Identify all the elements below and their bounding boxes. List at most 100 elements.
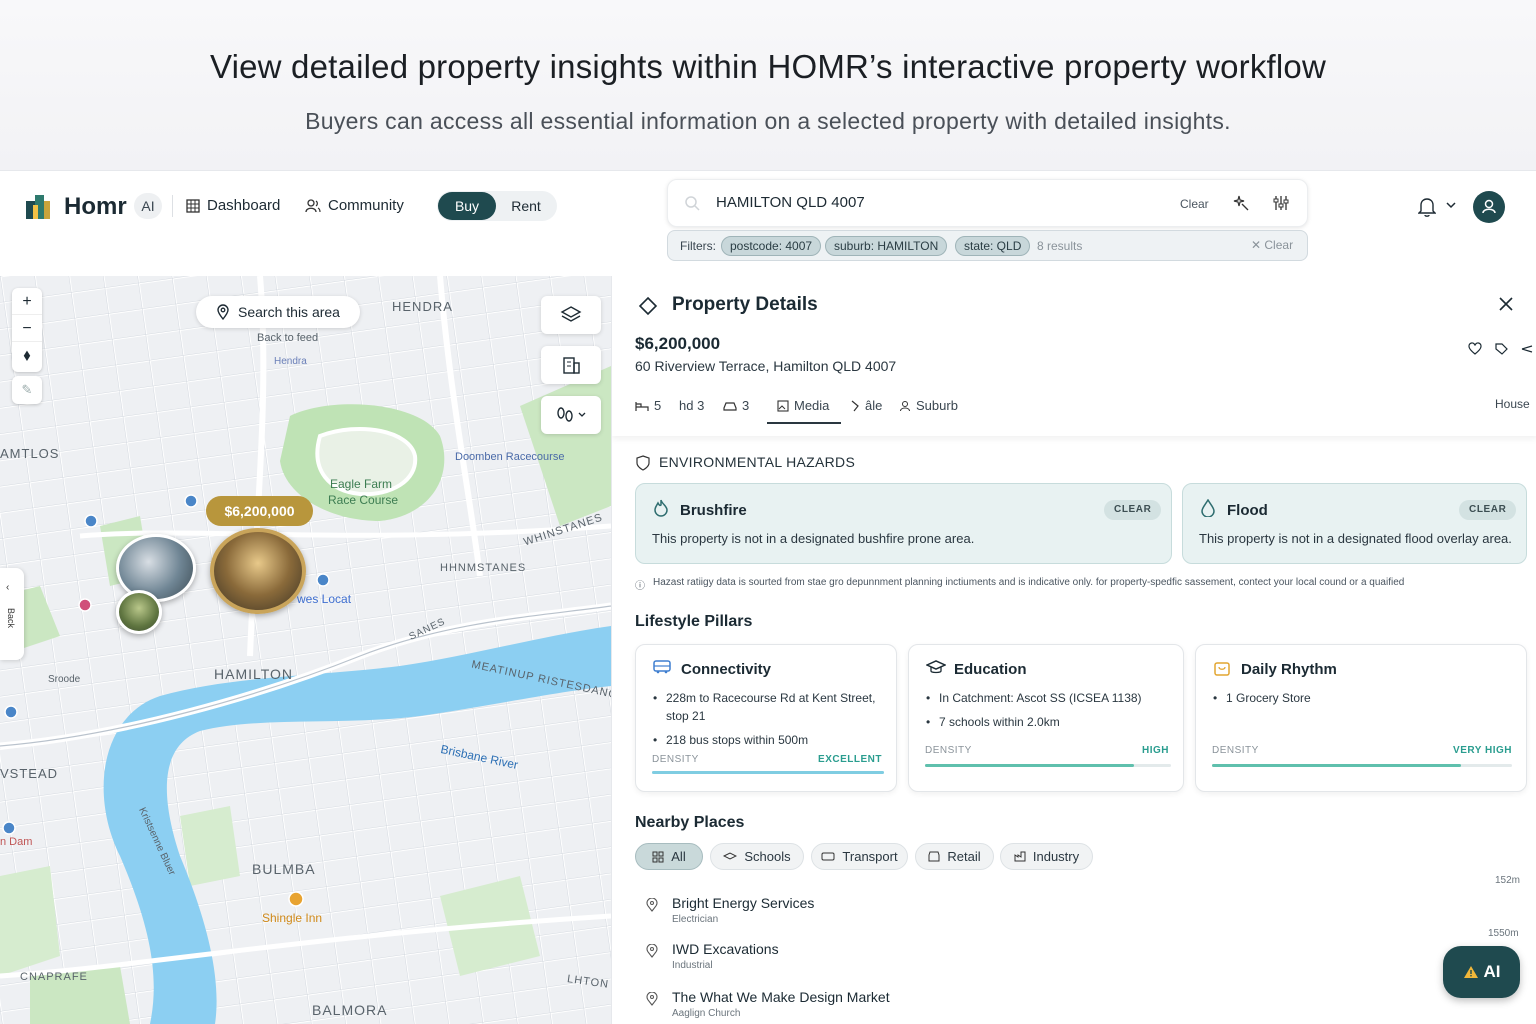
restaurant-marker-icon[interactable] (288, 891, 304, 909)
map-label-n-dam: n Dam (0, 836, 33, 848)
poi-marker-icon[interactable] (78, 598, 92, 614)
buy-toggle-button[interactable]: Buy (438, 192, 496, 220)
transit-marker-icon[interactable] (2, 821, 16, 837)
share-icon[interactable] (1520, 342, 1534, 356)
bus-small-icon (821, 852, 835, 860)
droplet-icon (1201, 499, 1215, 517)
side-tab-label: Back (6, 608, 16, 629)
tab-media[interactable]: Media (777, 398, 829, 413)
hazard-status-badge: CLEAR (1104, 500, 1162, 520)
nearby-filter-industry[interactable]: Industry (1000, 843, 1093, 870)
heart-icon[interactable] (1468, 342, 1482, 356)
bed-icon (635, 401, 649, 411)
map-label-balmora: BALMORA (312, 1002, 388, 1018)
property-details-header: Property Details $6,200,000 60 Riverview… (612, 276, 1536, 436)
density-level: VERY HIGH (1453, 745, 1512, 756)
tab-cars[interactable]: 3 (723, 398, 749, 413)
nearby-filter-label: All (671, 849, 686, 864)
search-clear-button[interactable]: Clear (1180, 197, 1209, 211)
active-filters-bar: Filters: postcode: 4007 suburb: HAMILTON… (667, 230, 1308, 261)
zoom-out-button[interactable]: − (12, 315, 42, 342)
transit-marker-icon[interactable] (84, 514, 98, 530)
brand-name[interactable]: Homr (64, 193, 127, 221)
ai-assistant-button[interactable]: AI (1443, 946, 1520, 998)
search-this-area-button[interactable]: Search this area (196, 296, 360, 328)
hazard-description: This property is not in a designated flo… (1199, 531, 1512, 546)
pillar-title: Education (954, 661, 1027, 678)
density-label: DENSITY (925, 745, 972, 756)
place-name: Bright Energy Services (672, 895, 815, 911)
pillar-point: 7 schools within 2.0km (926, 713, 1179, 731)
sliders-icon[interactable] (1272, 194, 1290, 212)
hero-title: View detailed property insights within H… (209, 48, 1327, 85)
sparkle-icon[interactable] (1232, 194, 1250, 212)
tab-beds-value: 5 (654, 398, 662, 413)
bell-icon[interactable] (1418, 197, 1436, 217)
transit-marker-icon[interactable] (4, 705, 18, 721)
filter-chip-suburb[interactable]: suburb: HAMILTON (825, 236, 948, 256)
map-pin-icon (646, 898, 658, 912)
pillar-card-education: Education In Catchment: Ascot SS (ICSEA … (908, 644, 1184, 792)
nearby-filter-retail[interactable]: Retail (915, 843, 994, 870)
pillar-card-connectivity: Connectivity 228m to Racecourse Rd at Ke… (635, 644, 897, 792)
zoom-controls: + − ⬧ (12, 288, 42, 372)
nav-dashboard[interactable]: Dashboard (186, 197, 280, 214)
place-distance: 1550m (1488, 928, 1519, 939)
buildings-button[interactable] (541, 346, 601, 384)
search-bar[interactable]: HAMILTON QLD 4007 Clear (667, 179, 1308, 227)
pillar-point: 218 bus stops within 500m (653, 731, 886, 749)
density-bar (1212, 764, 1512, 767)
homr-logo-icon[interactable] (24, 191, 52, 221)
pillar-title: Daily Rhythm (1241, 661, 1337, 678)
selected-property-photo-marker[interactable] (210, 528, 306, 614)
compass-icon[interactable]: ⬧ (12, 342, 42, 369)
selected-price-pin[interactable]: $6,200,000 (206, 496, 313, 526)
draw-tool-icon[interactable]: ✎ (12, 376, 42, 404)
chevron-down-icon[interactable] (1446, 201, 1456, 209)
filters-clear-button[interactable]: ✕ Clear (1251, 238, 1293, 252)
zoom-in-button[interactable]: + (12, 288, 42, 315)
factory-icon (1014, 851, 1026, 862)
nav-community[interactable]: Community (305, 197, 404, 214)
hazard-status-badge: CLEAR (1459, 500, 1517, 520)
shopping-bag-icon (1214, 662, 1230, 676)
search-input[interactable]: HAMILTON QLD 4007 (716, 194, 865, 211)
tag-icon[interactable] (1494, 342, 1508, 356)
nearby-filter-schools[interactable]: Schools (710, 843, 804, 870)
filter-chip-state[interactable]: state: QLD (955, 236, 1031, 256)
side-panel-tab[interactable]: ‹ Back (0, 568, 24, 660)
transit-marker-icon[interactable] (184, 494, 198, 510)
map-label-cnaprafe: CNAPRAFE (20, 971, 88, 983)
close-icon[interactable] (1498, 296, 1514, 312)
flame-icon (654, 499, 668, 517)
property-price: $6,200,000 (635, 334, 721, 353)
search-this-area-label: Search this area (238, 304, 340, 320)
nearby-filter-transport[interactable]: Transport (811, 843, 908, 870)
walk-mode-button[interactable] (541, 396, 601, 434)
ai-chip[interactable]: AI (134, 193, 162, 219)
grid-small-icon (652, 851, 664, 862)
avatar[interactable] (1473, 191, 1505, 223)
nearby-filter-label: Retail (947, 849, 981, 864)
tab-beds[interactable]: 5 (635, 398, 661, 413)
map-view[interactable]: + − ⬧ ✎ Search this area ‹ Back HENDRA B… (0, 276, 611, 1024)
rent-toggle-button[interactable]: Rent (499, 192, 553, 220)
transit-marker-icon[interactable] (316, 573, 330, 589)
nearby-filter-all[interactable]: All (635, 843, 703, 870)
people-icon (305, 198, 321, 212)
pillar-points: In Catchment: Ascot SS (ICSEA 1138) 7 sc… (926, 689, 1179, 737)
filter-chip-postcode[interactable]: postcode: 4007 (721, 236, 822, 256)
diamond-icon (638, 296, 658, 316)
nearby-filter-label: Schools (744, 849, 791, 864)
car-icon (723, 401, 737, 411)
tab-suburb[interactable]: Suburb (899, 398, 958, 413)
graduation-cap-small-icon (723, 851, 738, 860)
tab-baths[interactable]: hd 3 (679, 398, 704, 413)
tab-sale[interactable]: âle (850, 398, 882, 413)
divider (172, 195, 173, 217)
place-category: Industrial (672, 960, 713, 971)
shield-icon (636, 455, 650, 471)
tab-cars-value: 3 (742, 398, 750, 413)
layers-button[interactable] (541, 296, 601, 334)
property-photo-marker[interactable] (116, 590, 162, 634)
